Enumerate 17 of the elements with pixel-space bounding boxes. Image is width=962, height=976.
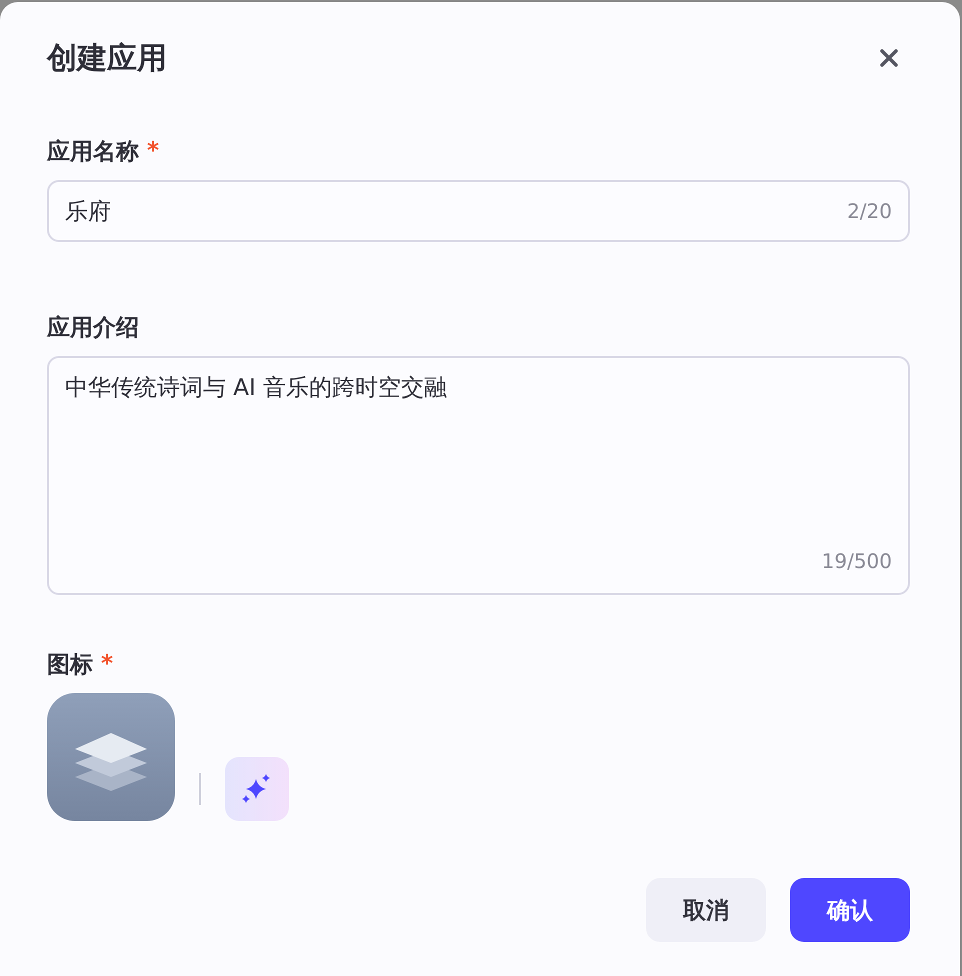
field-label: 应用名称	[47, 138, 139, 166]
field-label: 图标	[47, 650, 93, 680]
description-field[interactable]: 中华传统诗词与 AI 音乐的跨时空交融 19/500	[47, 356, 910, 595]
required-mark: *	[101, 651, 114, 677]
name-field[interactable]: 乐府 2/20	[47, 180, 910, 242]
confirm-button[interactable]: 确认	[790, 878, 910, 942]
character-counter: 19/500	[822, 549, 892, 573]
field-value: 乐府	[65, 198, 111, 226]
field-label: 应用介绍	[47, 314, 139, 342]
cancel-button[interactable]: 取消	[646, 878, 766, 942]
app-icon[interactable]	[47, 693, 175, 821]
field-value: 中华传统诗词与 AI 音乐的跨时空交融	[65, 374, 448, 403]
generate-button[interactable]	[225, 757, 289, 821]
dialog-title: 创建应用	[47, 40, 167, 78]
sparkle-icon	[242, 774, 272, 804]
character-counter: 2/20	[847, 199, 892, 223]
required-mark: *	[147, 138, 160, 164]
